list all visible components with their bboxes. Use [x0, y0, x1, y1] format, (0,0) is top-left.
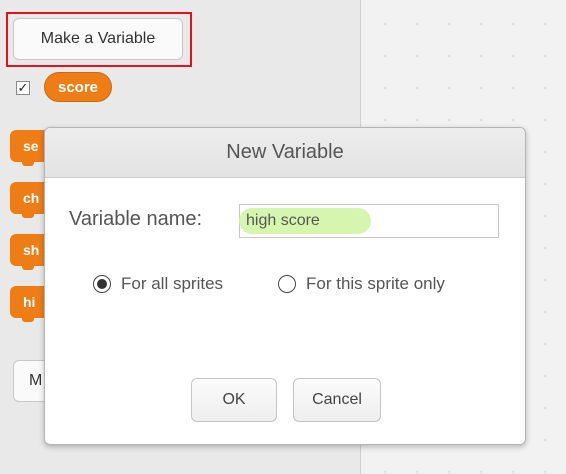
score-visibility-checkbox[interactable]: ✓: [16, 81, 30, 95]
radio-label: For all sprites: [121, 274, 224, 293]
block-label: sh: [23, 242, 40, 258]
dialog-title: New Variable: [45, 128, 525, 178]
block-label: hi: [23, 294, 36, 310]
radio-for-all-sprites[interactable]: For all sprites: [93, 274, 223, 294]
block-notch: [22, 317, 34, 322]
variable-name-value: high score: [246, 212, 320, 229]
variable-name-label: Variable name:: [69, 208, 203, 230]
ok-button[interactable]: OK: [191, 378, 277, 422]
block-notch: [22, 265, 34, 270]
block-notch: [22, 161, 34, 166]
radio-for-this-sprite-only[interactable]: For this sprite only: [278, 274, 445, 294]
score-variable-reporter[interactable]: score: [44, 72, 113, 102]
new-variable-dialog: New Variable Variable name: high score F…: [44, 127, 526, 445]
block-notch: [22, 213, 34, 218]
radio-dot: [97, 279, 107, 289]
radio-button[interactable]: [278, 275, 296, 293]
radio-label: For this sprite only: [306, 274, 445, 293]
radio-button-selected[interactable]: [93, 275, 111, 293]
make-variable-highlight-box: [6, 12, 192, 67]
cancel-button[interactable]: Cancel: [293, 378, 381, 422]
block-label: ch: [23, 190, 40, 206]
block-label: se: [23, 138, 39, 154]
